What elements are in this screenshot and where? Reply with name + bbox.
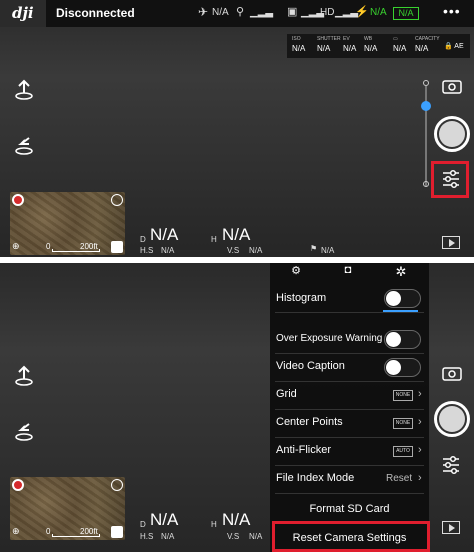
tab-settings-gear-icon[interactable]: ✲ [391, 264, 411, 279]
battery-person-icon: ⚡ [355, 6, 369, 18]
center-points-value-badge: NONE [393, 418, 413, 429]
height-value: N/A [222, 510, 251, 529]
camera-params-bar[interactable]: ISO N/A SHUTTER N/A EV N/A WB N/A ▭ N/A CAPAC… [287, 34, 470, 58]
tab-camera-icon[interactable]: ◘ [338, 264, 358, 278]
compass-icon[interactable] [12, 194, 24, 206]
zoom-rail-knob[interactable] [421, 101, 431, 111]
return-home-icon[interactable] [11, 132, 37, 158]
chevron-right-icon: › [418, 472, 422, 484]
map-zoom-icon[interactable]: ⊕ [12, 526, 20, 537]
chevron-right-icon: › [418, 416, 422, 428]
menu-row-histogram[interactable]: Histogram [270, 289, 429, 313]
camera-switch-icon[interactable] [441, 77, 463, 95]
param-ae-lock[interactable]: 🔒 AE [444, 40, 464, 50]
vspeed-label: V.S [227, 246, 240, 255]
more-menu-icon[interactable]: ••• [443, 3, 461, 19]
zoom-rail-top [423, 80, 429, 86]
camera-view-top: dji Disconnected ✈ N/A ⚲ ▁▂▃ ▣ ▁▂▃ HD ▁▂… [0, 0, 474, 257]
height-label: H [211, 520, 217, 529]
menu-row-center-points[interactable]: Center Points NONE › [270, 410, 429, 438]
compass-icon[interactable] [12, 479, 24, 491]
camera-settings-menu[interactable]: ⚙ ◘ ✲ Histogram Over Exposure Warning Vi… [270, 263, 429, 552]
battery-value: N/A [370, 7, 387, 18]
distance-value: N/A [150, 225, 179, 244]
vspeed-label: V.S [227, 532, 240, 541]
gps-signal-bars-icon: ▁▂▃ [250, 7, 274, 18]
takeoff-icon[interactable] [11, 77, 37, 103]
map-clear-icon[interactable] [111, 241, 123, 253]
locate-icon[interactable] [111, 194, 123, 206]
map-clear-icon[interactable] [111, 526, 123, 538]
camera-view-bottom: ⊕ 0 200ft D N/A H N/A H.S N/A V.S N/A ⚙ … [0, 263, 474, 552]
param-storage: ▭ N/A [393, 36, 407, 53]
height-value: N/A [222, 225, 251, 244]
hspeed-value: N/A [161, 532, 175, 541]
shutter-button[interactable] [434, 116, 470, 152]
vspeed-value: N/A [249, 532, 263, 541]
param-wb: WB N/A [364, 36, 378, 53]
settings-highlight-box [431, 161, 469, 198]
map-scale-end: 200ft [80, 527, 98, 536]
status-bar: dji Disconnected ✈ N/A ⚲ ▁▂▃ ▣ ▁▂▃ HD ▁▂… [0, 0, 474, 27]
aircraft-icon: ✈ [198, 5, 209, 19]
zoom-rail-bottom [423, 181, 429, 187]
mini-map[interactable]: ⊕ 0 200ft [10, 192, 125, 255]
chevron-right-icon: › [418, 444, 422, 456]
map-scale-start: 0 [46, 527, 51, 536]
remote-controller-icon: ▣ [287, 6, 298, 18]
aircraft-mode: N/A [212, 7, 229, 18]
map-scale-start: 0 [46, 242, 51, 251]
vps-icon: ⚑ [310, 244, 318, 253]
tab-exposure-icon[interactable]: ⚙ [286, 264, 306, 278]
camera-settings-icon[interactable] [440, 454, 462, 476]
param-shutter: SHUTTER N/A [317, 36, 341, 53]
locate-icon[interactable] [111, 479, 123, 491]
map-terrain [10, 477, 125, 540]
connection-status[interactable]: Disconnected [56, 6, 135, 20]
reset-highlight-box [272, 521, 430, 552]
return-home-icon[interactable] [11, 418, 37, 444]
hspeed-label: H.S [140, 532, 154, 541]
shutter-button[interactable] [434, 401, 470, 437]
histogram-toggle[interactable] [384, 289, 421, 308]
menu-row-grid[interactable]: Grid NONE › [270, 382, 429, 410]
dji-logo: dji [0, 0, 46, 27]
over-exposure-toggle[interactable] [384, 330, 421, 349]
menu-row-file-index-mode[interactable]: File Index Mode Reset › [270, 466, 429, 494]
vspeed-value: N/A [249, 246, 263, 255]
video-caption-toggle[interactable] [384, 358, 421, 377]
distance-value: N/A [150, 510, 179, 529]
gps-icon: ⚲ [236, 6, 245, 18]
hd-label: HD [320, 7, 335, 18]
param-ev: EV N/A [343, 36, 357, 53]
hspeed-value: N/A [161, 246, 175, 255]
camera-switch-icon[interactable] [441, 364, 463, 382]
map-scale-end: 200ft [80, 242, 98, 251]
vps-value: N/A [321, 246, 335, 255]
distance-label: D [140, 235, 146, 244]
menu-row-over-exposure-warning[interactable]: Over Exposure Warning [270, 326, 429, 354]
map-zoom-icon[interactable]: ⊕ [12, 241, 20, 252]
param-capacity: CAPACITY N/A [415, 36, 440, 53]
mini-map[interactable]: ⊕ 0 200ft [10, 477, 125, 540]
hspeed-label: H.S [140, 246, 154, 255]
anti-flicker-value-badge: AUTO [393, 446, 413, 457]
distance-label: D [140, 520, 146, 529]
settings-tabs: ⚙ ◘ ✲ [270, 263, 429, 281]
file-index-mode-value: Reset [386, 473, 413, 484]
grid-value-badge: NONE [393, 390, 413, 401]
battery-badge: N/A [393, 7, 419, 20]
height-label: H [211, 235, 217, 244]
playback-icon[interactable] [442, 521, 460, 534]
takeoff-icon[interactable] [11, 363, 37, 389]
playback-icon[interactable] [442, 236, 460, 249]
map-terrain [10, 192, 125, 255]
chevron-right-icon: › [418, 388, 422, 400]
format-sd-card-button[interactable]: Format SD Card [270, 503, 429, 515]
menu-row-anti-flicker[interactable]: Anti-Flicker AUTO › [270, 438, 429, 466]
menu-row-video-caption[interactable]: Video Caption [270, 354, 429, 382]
param-iso: ISO N/A [292, 36, 306, 53]
